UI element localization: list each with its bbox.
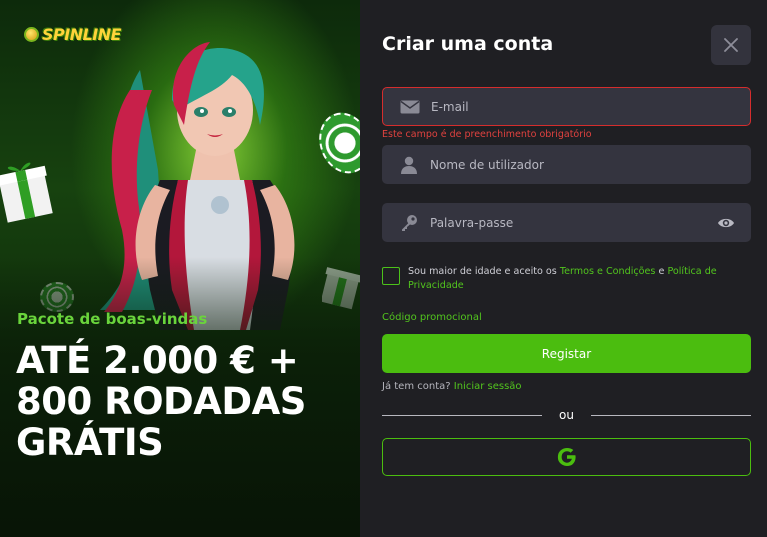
login-prompt-text: Já tem conta? (382, 381, 454, 392)
consent-checkbox[interactable] (382, 267, 400, 285)
google-signin-button[interactable] (382, 438, 751, 476)
promo-panel: SPINLINE Pacote de boas-vindas ATÉ 2.000… (0, 0, 360, 537)
register-button[interactable]: Registar (382, 334, 751, 373)
divider-line (591, 415, 751, 416)
promo-headline-line: ATÉ 2.000 € + (16, 339, 299, 382)
consent-text-start: Sou maior de idade e aceito os (408, 266, 560, 277)
eye-icon[interactable] (717, 214, 735, 232)
google-icon (557, 448, 576, 466)
promo-code-link[interactable]: Código promocional (382, 312, 482, 323)
promo-headline-line: 800 RODADAS (16, 380, 306, 423)
promo-headline: ATÉ 2.000 € + 800 RODADAS GRÁTIS (16, 340, 346, 463)
promo-subtitle: Pacote de boas-vindas (17, 310, 208, 328)
close-icon (724, 38, 738, 52)
form-title: Criar uma conta (382, 33, 554, 55)
username-input[interactable] (430, 145, 751, 184)
user-icon (398, 156, 420, 174)
gift-box-icon (0, 162, 53, 223)
or-divider: ou (382, 407, 751, 425)
email-input[interactable] (431, 88, 750, 125)
password-input[interactable] (430, 203, 751, 242)
email-field[interactable] (382, 87, 751, 126)
terms-link[interactable]: Termos e Condições (560, 266, 656, 277)
login-link[interactable]: Iniciar sessão (454, 381, 522, 392)
close-button[interactable] (711, 25, 751, 65)
login-prompt: Já tem conta? Iniciar sessão (382, 381, 522, 392)
signup-form: Criar uma conta Este campo é de preenchi… (360, 0, 767, 537)
consent-text: Sou maior de idade e aceito os Termos e … (408, 265, 751, 293)
key-icon (398, 214, 420, 232)
age-terms-consent: Sou maior de idade e aceito os Termos e … (382, 265, 751, 293)
username-field[interactable] (382, 145, 751, 184)
consent-text-middle: e (655, 266, 668, 277)
envelope-icon (399, 98, 421, 116)
email-error-message: Este campo é de preenchimento obrigatóri… (382, 129, 592, 140)
password-field[interactable] (382, 203, 751, 242)
promo-headline-line: GRÁTIS (16, 421, 164, 464)
casino-chip-icon (310, 105, 360, 181)
coin-icon (24, 26, 39, 42)
